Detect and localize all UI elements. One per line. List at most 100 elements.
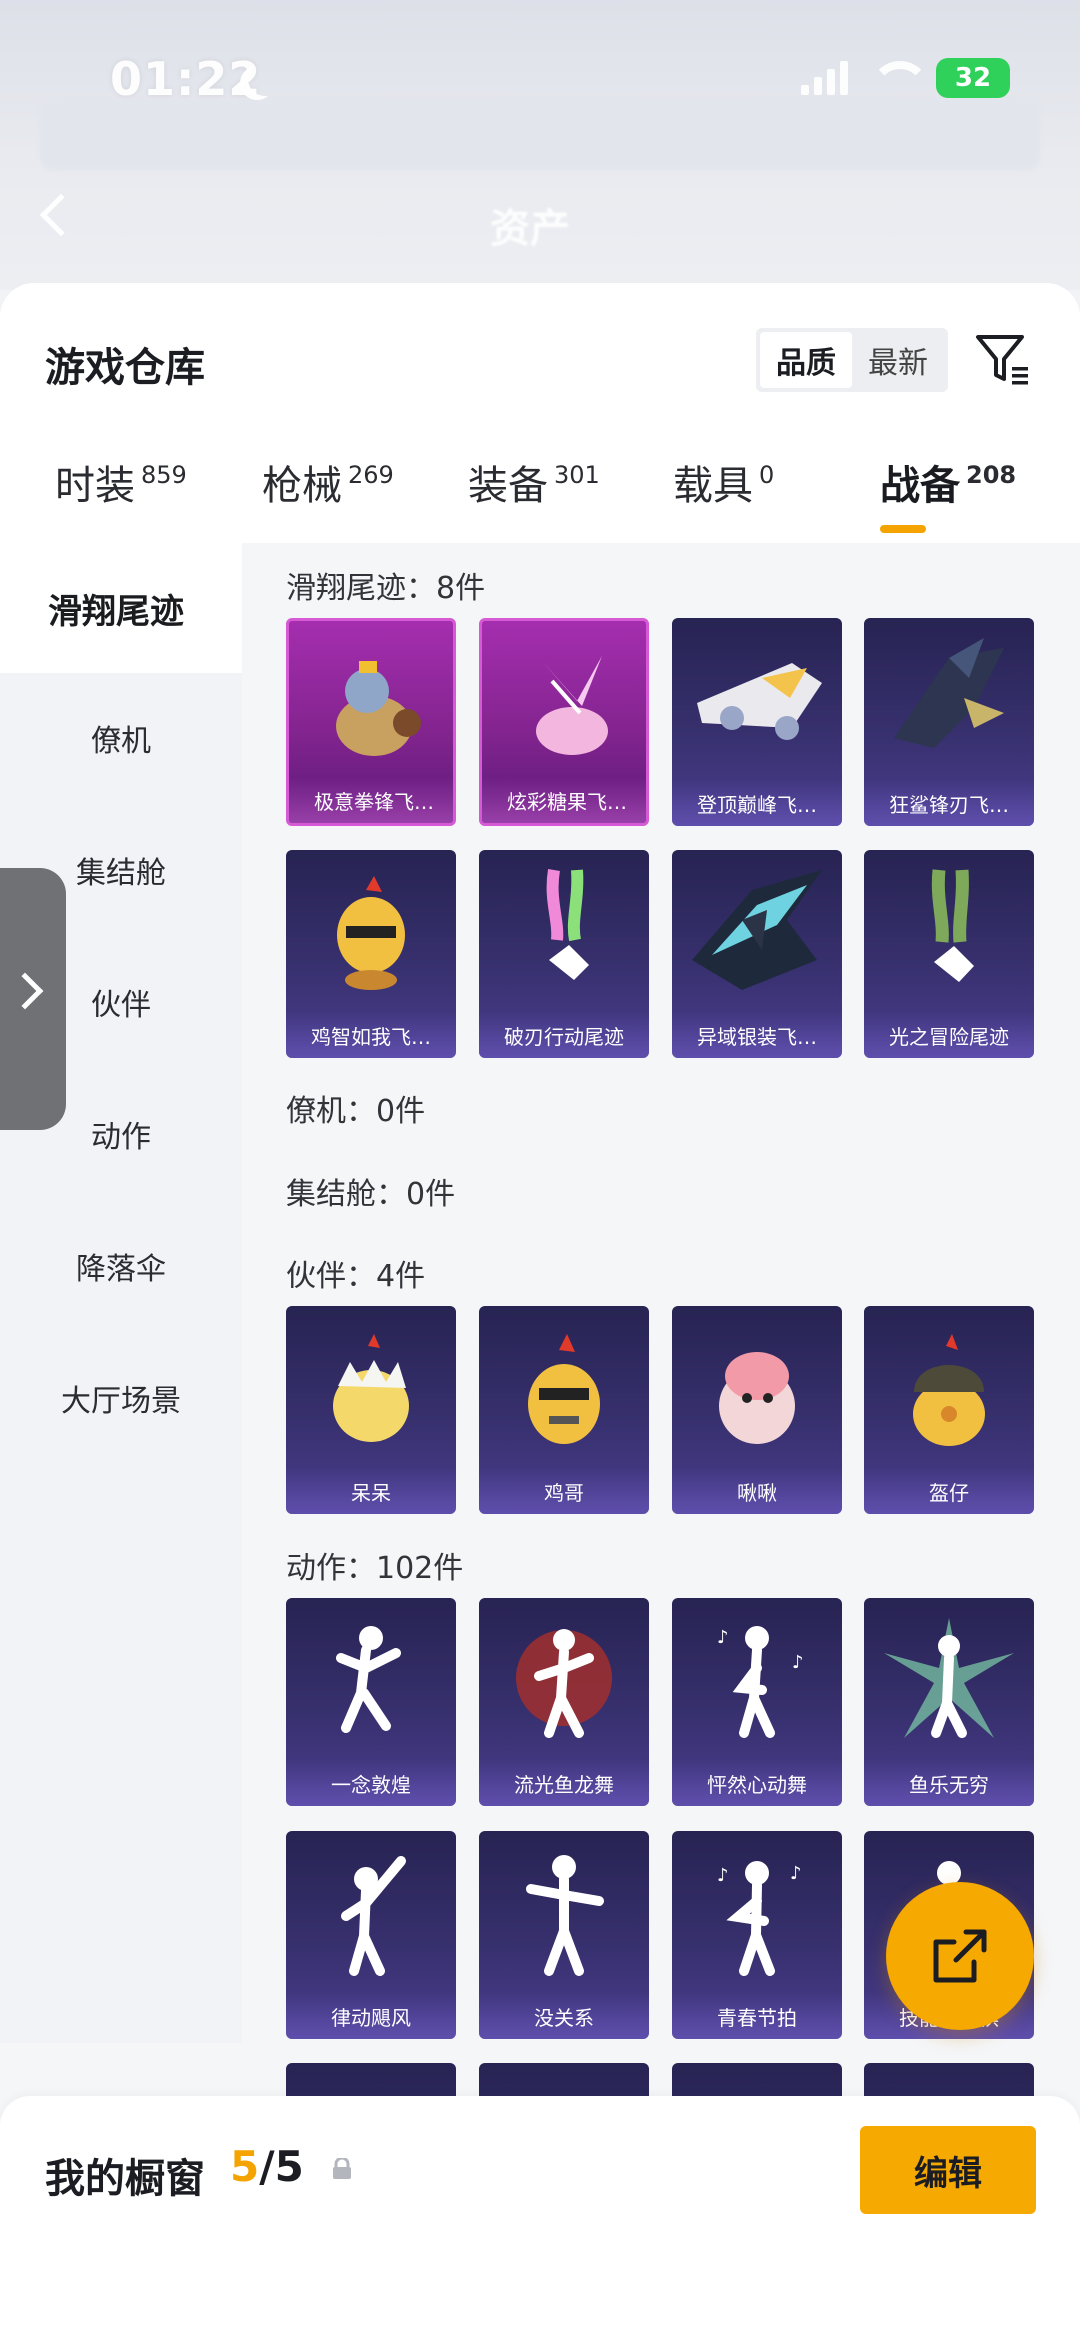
chevron-right-icon [6, 972, 44, 1010]
item-card[interactable]: 流光鱼龙舞 [479, 1598, 649, 1806]
tab-combat-prep[interactable]: 战备 208 [880, 453, 1016, 511]
item-art [931, 869, 974, 982]
item-art [336, 1626, 401, 1733]
warehouse-sheet: 游戏仓库 品质 最新 时装 859 枪械 269 装备 301 载具 0 战备 208 滑… [0, 283, 1080, 2341]
share-icon [933, 1929, 987, 1983]
active-tab-indicator [880, 525, 926, 533]
filter-icon[interactable] [972, 329, 1034, 391]
sort-quality-button[interactable]: 品质 [760, 332, 852, 388]
tab-weapons[interactable]: 枪械 269 [262, 453, 394, 511]
item-art [336, 661, 421, 756]
item-label: 炫彩糖果飞… [482, 777, 646, 823]
item-art [337, 876, 405, 990]
item-card[interactable]: 啾啾 [672, 1306, 842, 1514]
item-art [719, 1352, 795, 1444]
item-card[interactable]: 鸡哥 [479, 1306, 649, 1514]
rail-item-glide[interactable]: 滑翔尾迹 [0, 543, 242, 673]
item-card[interactable]: 鱼乐无穷 [864, 1598, 1034, 1806]
share-button[interactable] [886, 1882, 1034, 2030]
rail-item-parachute[interactable]: 降落伞 [0, 1201, 242, 1331]
item-label: 没关系 [479, 1993, 649, 2039]
rail-item-lobby[interactable]: 大厅场景 [0, 1333, 242, 1463]
back-icon[interactable] [39, 193, 83, 237]
section-title-glide: 滑翔尾迹：8件 [286, 571, 486, 606]
item-label: 呆呆 [286, 1468, 456, 1514]
svg-text:♪: ♪ [792, 1652, 804, 1673]
item-art [894, 638, 1004, 748]
item-label: 异域银装飞… [672, 1012, 842, 1058]
sort-toggle: 品质 最新 [756, 328, 948, 392]
item-art [536, 656, 608, 755]
item-content: 滑翔尾迹：8件 极意拳锋飞… 炫彩糖果飞… 登顶巅峰飞… 狂鲨锋刃飞… 鸡智如我… [242, 543, 1080, 2271]
moon-icon [248, 62, 282, 96]
battery-icon: 32 [936, 58, 1010, 98]
item-art [884, 1618, 1014, 1738]
signal-icon [801, 61, 848, 95]
item-card[interactable]: 极意拳锋飞… [286, 618, 456, 826]
tab-fashion[interactable]: 时装 859 [55, 453, 187, 511]
item-card[interactable]: ♪ ♪ 青春节拍 [672, 1831, 842, 2039]
item-art [913, 1334, 985, 1446]
item-card[interactable]: 登顶巅峰飞… [672, 618, 842, 826]
section-title-emote: 动作：102件 [286, 1551, 464, 1586]
item-art [692, 870, 822, 990]
item-art [516, 1629, 612, 1738]
edit-button[interactable]: 编辑 [860, 2126, 1036, 2214]
status-time: 01:22 [110, 52, 262, 106]
lock-icon [333, 2158, 351, 2179]
sheet-header: 游戏仓库 品质 最新 [0, 283, 1080, 433]
svg-text:♪: ♪ [790, 1863, 802, 1884]
tab-equipment[interactable]: 装备 301 [468, 453, 600, 511]
svg-text:♪: ♪ [717, 1627, 729, 1648]
item-label: 鱼乐无穷 [864, 1760, 1034, 1806]
item-card[interactable]: 光之冒险尾迹 [864, 850, 1034, 1058]
category-rail: 滑翔尾迹 僚机 集结舱 伙伴 动作 降落伞 大厅场景 [0, 543, 242, 2043]
item-art [697, 663, 822, 740]
item-art [341, 1856, 406, 1976]
item-label: 一念敦煌 [286, 1760, 456, 1806]
item-card[interactable]: 呆呆 [286, 1306, 456, 1514]
expand-rail-handle[interactable] [0, 868, 66, 1130]
item-art: ♪ ♪ [717, 1626, 804, 1738]
category-tabs: 时装 859 枪械 269 装备 301 载具 0 战备 208 [0, 433, 1080, 543]
item-card[interactable]: 狂鲨锋刃飞… [864, 618, 1034, 826]
item-card[interactable]: 律动飓风 [286, 1831, 456, 2039]
showcase-bar: 我的橱窗 5/5 编辑 [0, 2096, 1080, 2341]
item-label: 鸡智如我飞… [286, 1012, 456, 1058]
warehouse-title: 游戏仓库 [45, 345, 205, 391]
item-card[interactable]: 没关系 [479, 1831, 649, 2039]
status-right: 32 [801, 58, 1010, 98]
section-title-capsule: 集结舱：0件 [286, 1177, 456, 1212]
item-card[interactable]: 异域银装飞… [672, 850, 842, 1058]
item-label: 盔仔 [864, 1468, 1034, 1514]
item-label: 律动飓风 [286, 1993, 456, 2039]
item-label: 光之冒险尾迹 [864, 1012, 1034, 1058]
tab-vehicles[interactable]: 载具 0 [673, 453, 774, 511]
item-art [526, 1855, 604, 1976]
section-title-partner: 伙伴：4件 [286, 1259, 426, 1294]
item-card[interactable]: 破刃行动尾迹 [479, 850, 649, 1058]
item-label: 怦然心动舞 [672, 1760, 842, 1806]
item-card[interactable]: ♪ ♪ 怦然心动舞 [672, 1598, 842, 1806]
item-label: 啾啾 [672, 1468, 842, 1514]
rail-item-wingman[interactable]: 僚机 [0, 673, 242, 803]
item-art [333, 1334, 409, 1442]
item-card[interactable]: 炫彩糖果飞… [479, 618, 649, 826]
wifi-icon [870, 61, 930, 95]
item-label: 青春节拍 [672, 1993, 842, 2039]
header-title: 资产 [490, 206, 570, 252]
item-card[interactable]: 一念敦煌 [286, 1598, 456, 1806]
item-label: 极意拳锋飞… [289, 777, 453, 823]
item-label: 登顶巅峰飞… [672, 780, 842, 826]
showcase-count: 5/5 [230, 2142, 304, 2191]
svg-text:♪: ♪ [717, 1865, 729, 1886]
showcase-current: 5 [230, 2142, 260, 2191]
item-card[interactable]: 鸡智如我飞… [286, 850, 456, 1058]
item-card[interactable]: 盔仔 [864, 1306, 1034, 1514]
item-label: 流光鱼龙舞 [479, 1760, 649, 1806]
sort-newest-button[interactable]: 最新 [852, 332, 944, 388]
item-art: ♪ ♪ [717, 1861, 802, 1976]
item-art [546, 869, 589, 980]
item-label: 狂鲨锋刃飞… [864, 780, 1034, 826]
item-art [528, 1334, 600, 1444]
